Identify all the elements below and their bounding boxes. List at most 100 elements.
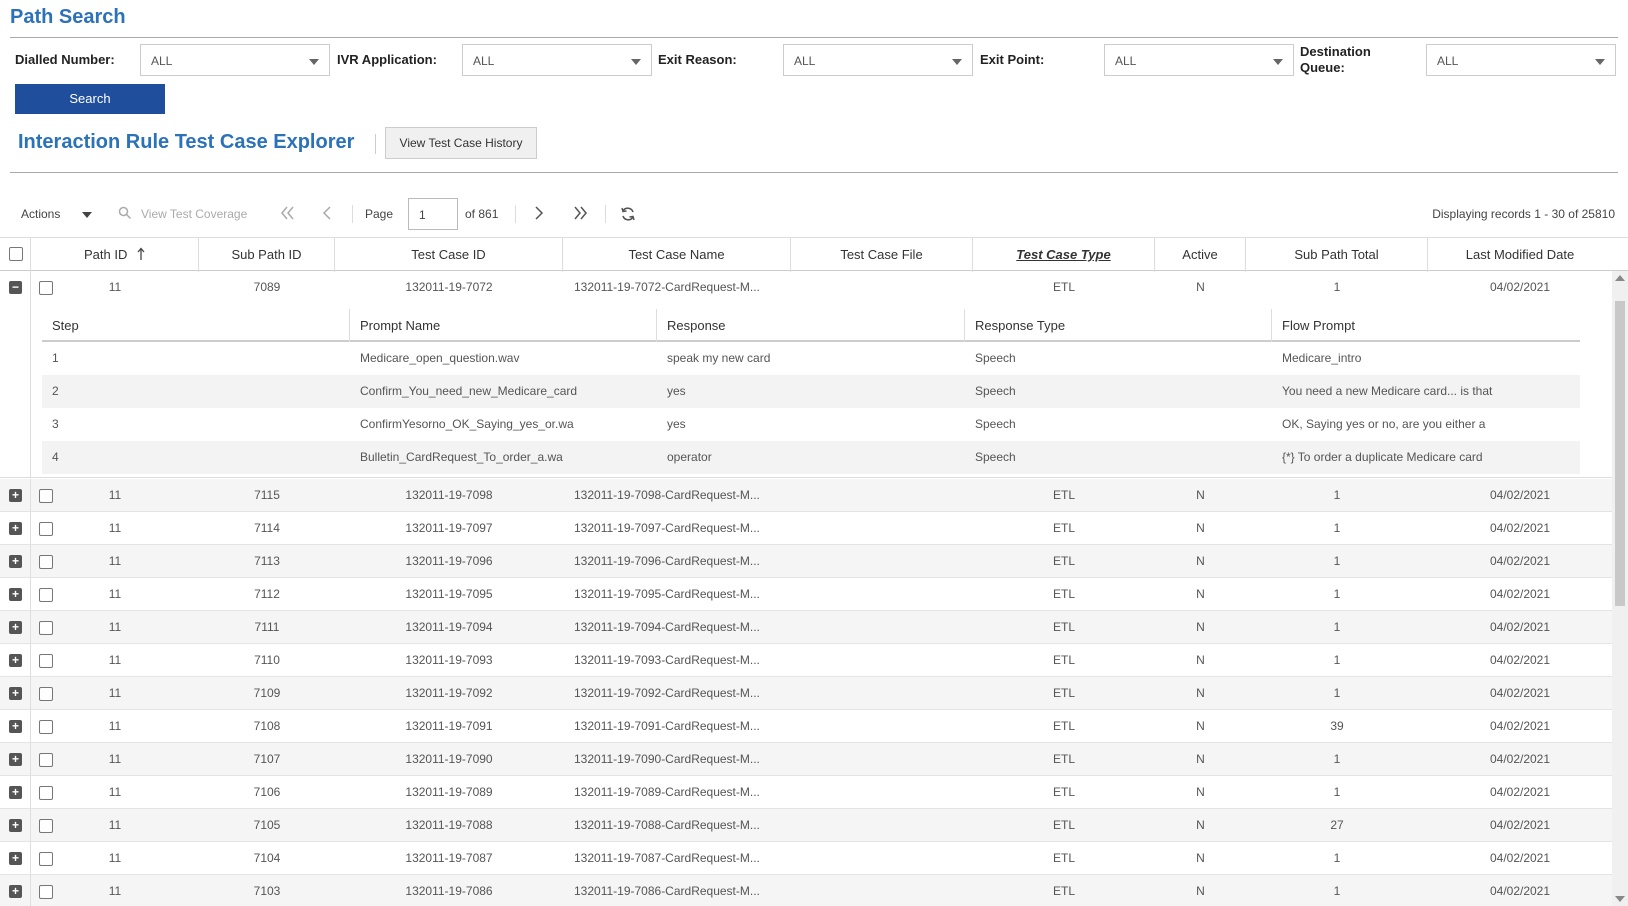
view-test-case-history-button[interactable]: View Test Case History: [385, 127, 537, 159]
chevron-down-icon: [631, 59, 641, 65]
cell-prompt-name: Confirm_You_need_new_Medicare_card: [360, 384, 578, 398]
cell-active: N: [1196, 521, 1205, 535]
table-row[interactable]: + 11 7110 132011-19-7093 132011-19-7093-…: [0, 644, 1612, 677]
table-row[interactable]: + 11 7109 132011-19-7092 132011-19-7092-…: [0, 677, 1612, 710]
column-header-sub-path-total[interactable]: Sub Path Total: [1246, 238, 1428, 272]
table-row[interactable]: + 11 7107 132011-19-7090 132011-19-7090-…: [0, 743, 1612, 776]
column-header-response[interactable]: Response: [657, 309, 965, 342]
grid-toolbar: Actions View Test Coverage Page 1 of 861…: [0, 198, 1628, 230]
column-header-test-case-type[interactable]: Test Case Type: [973, 238, 1155, 272]
next-page-icon[interactable]: [534, 206, 544, 220]
scroll-up-icon[interactable]: [1615, 275, 1625, 281]
chevron-down-icon: [309, 59, 319, 65]
select-all-checkbox[interactable]: [9, 247, 23, 261]
expand-icon[interactable]: +: [9, 852, 22, 865]
expand-icon[interactable]: +: [9, 687, 22, 700]
column-header-test-case-id[interactable]: Test Case ID: [335, 238, 563, 272]
cell-test-case-type: ETL: [1052, 521, 1075, 535]
table-row[interactable]: + 11 7112 132011-19-7095 132011-19-7095-…: [0, 578, 1612, 611]
column-header-path-id[interactable]: Path ID: [31, 238, 199, 272]
expand-icon[interactable]: +: [9, 621, 22, 634]
cell-sub-path-total: 1: [1333, 587, 1341, 601]
view-test-coverage-button[interactable]: View Test Coverage: [141, 207, 247, 221]
exit-reason-select[interactable]: ALL: [783, 44, 973, 76]
cell-sub-path-total: 1: [1333, 620, 1341, 634]
cell-response-type: Speech: [975, 417, 1016, 431]
table-row[interactable]: + 11 7105 132011-19-7088 132011-19-7088-…: [0, 809, 1612, 842]
table-row[interactable]: + 11 7115 132011-19-7098 132011-19-7098-…: [0, 479, 1612, 512]
records-count-label: Displaying records 1 - 30 of 25810: [1432, 207, 1615, 221]
expand-icon[interactable]: +: [9, 720, 22, 733]
scroll-down-icon[interactable]: [1615, 896, 1625, 902]
exit-point-value: ALL: [1115, 54, 1137, 68]
exit-reason-label: Exit Reason:: [658, 52, 737, 67]
first-page-icon[interactable]: [280, 206, 296, 220]
table-row[interactable]: + 11 7114 132011-19-7097 132011-19-7097-…: [0, 512, 1612, 545]
expand-icon[interactable]: +: [9, 885, 22, 898]
expand-icon[interactable]: +: [9, 654, 22, 667]
column-header-response-type[interactable]: Response Type: [965, 309, 1272, 342]
scrollbar-thumb[interactable]: [1615, 301, 1625, 606]
cell-test-case-name: 132011-19-7087-CardRequest-M...: [574, 851, 760, 865]
expand-icon[interactable]: +: [9, 555, 22, 568]
step-row[interactable]: 2 Confirm_You_need_new_Medicare_card yes…: [42, 375, 1580, 408]
cell-path-id: 11: [108, 620, 122, 634]
column-header-flow-prompt[interactable]: Flow Prompt: [1272, 309, 1580, 342]
cell-sub-path-total: 1: [1333, 280, 1341, 294]
cell-test-case-type: ETL: [1052, 884, 1075, 898]
cell-path-id: 11: [108, 686, 122, 700]
column-header-sub-path-id[interactable]: Sub Path ID: [199, 238, 335, 272]
ivr-application-select[interactable]: ALL: [462, 44, 652, 76]
cell-test-case-file: [791, 710, 973, 743]
cell-active: N: [1196, 884, 1205, 898]
last-page-icon[interactable]: [572, 206, 588, 220]
expand-icon[interactable]: +: [9, 786, 22, 799]
expand-icon[interactable]: +: [9, 588, 22, 601]
cell-active: N: [1196, 785, 1205, 799]
cell-path-id: 11: [108, 851, 122, 865]
expand-icon[interactable]: +: [9, 489, 22, 502]
cell-test-case-file: [791, 479, 973, 512]
column-header-prompt-name[interactable]: Prompt Name: [350, 309, 657, 342]
dialled-number-select[interactable]: ALL: [140, 44, 330, 76]
expand-icon[interactable]: +: [9, 522, 22, 535]
column-header-test-case-name[interactable]: Test Case Name: [563, 238, 791, 272]
column-header-step[interactable]: Step: [42, 309, 350, 342]
destination-queue-select[interactable]: ALL: [1426, 44, 1616, 76]
table-row[interactable]: + 11 7106 132011-19-7089 132011-19-7089-…: [0, 776, 1612, 809]
step-row[interactable]: 4 Bulletin_CardRequest_To_order_a.wa ope…: [42, 441, 1580, 474]
search-button[interactable]: Search: [15, 84, 165, 114]
dialled-number-label: Dialled Number:: [15, 52, 115, 67]
prev-page-icon[interactable]: [322, 206, 332, 220]
table-row[interactable]: + 11 7103 132011-19-7086 132011-19-7086-…: [0, 875, 1612, 906]
table-row-expanded[interactable]: − 11 7089 132011-19-7072 132011-19-7072-…: [0, 271, 1612, 478]
expand-icon[interactable]: +: [9, 753, 22, 766]
column-header-test-case-file[interactable]: Test Case File: [791, 238, 973, 272]
cell-last-modified-date: 04/02/2021: [1489, 620, 1551, 634]
step-row[interactable]: 3 ConfirmYesorno_OK_Saying_yes_or.wa yes…: [42, 408, 1580, 441]
cell-test-case-name: 132011-19-7089-CardRequest-M...: [574, 785, 760, 799]
table-row[interactable]: + 11 7104 132011-19-7087 132011-19-7087-…: [0, 842, 1612, 875]
cell-sub-path-total: 1: [1333, 686, 1341, 700]
page-number-input[interactable]: 1: [408, 198, 458, 230]
table-row[interactable]: + 11 7108 132011-19-7091 132011-19-7091-…: [0, 710, 1612, 743]
cell-path-id: 11: [108, 719, 122, 733]
table-row[interactable]: + 11 7113 132011-19-7096 132011-19-7096-…: [0, 545, 1612, 578]
column-header-last-modified-date[interactable]: Last Modified Date: [1428, 238, 1612, 272]
chevron-down-icon: [1595, 59, 1605, 65]
vertical-scrollbar[interactable]: [1612, 271, 1628, 906]
cell-path-id: 11: [108, 653, 122, 667]
cell-path-id: 11: [108, 587, 122, 601]
refresh-icon[interactable]: [620, 206, 636, 222]
cell-response: speak my new card: [667, 351, 771, 365]
table-row[interactable]: + 11 7111 132011-19-7094 132011-19-7094-…: [0, 611, 1612, 644]
exit-point-select[interactable]: ALL: [1104, 44, 1294, 76]
actions-menu[interactable]: Actions: [21, 207, 60, 221]
chevron-down-icon[interactable]: [82, 212, 92, 218]
expand-icon[interactable]: +: [9, 819, 22, 832]
step-row[interactable]: 1 Medicare_open_question.wav speak my ne…: [42, 342, 1580, 375]
column-header-active[interactable]: Active: [1155, 238, 1246, 272]
cell-sub-path-id: 7113: [254, 554, 280, 568]
collapse-icon[interactable]: −: [9, 281, 22, 294]
cell-step: 2: [52, 384, 59, 398]
